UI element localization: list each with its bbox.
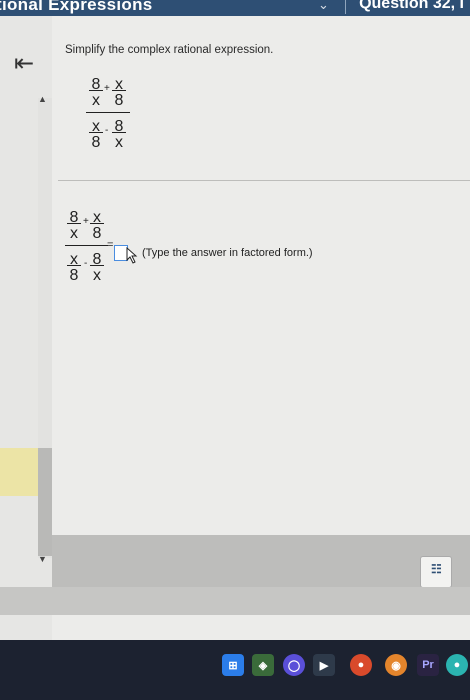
- plus-operator: +: [83, 216, 89, 227]
- left-highlight: [0, 448, 40, 496]
- main-fraction-bar: [65, 245, 108, 246]
- section-title: tional Expressions: [0, 0, 153, 14]
- chrome-icon[interactable]: ●: [350, 654, 372, 676]
- scroll-down-icon[interactable]: ▼: [38, 554, 47, 564]
- question-label: Question 32, I: [359, 0, 464, 12]
- frac-bar: [67, 223, 81, 224]
- frac-bar: [90, 265, 104, 266]
- frac-bar: [89, 90, 103, 91]
- app-icon[interactable]: ◈: [252, 654, 274, 676]
- frac-den: 8: [92, 225, 102, 242]
- app-icon[interactable]: ▶: [313, 654, 335, 676]
- os-taskbar: ⊞ ◈ ◯ ▶ ● ◉ Pr ●: [0, 640, 470, 700]
- footer-area: [52, 535, 470, 587]
- scroll-up-icon[interactable]: ▲: [38, 94, 47, 104]
- frac-den: x: [92, 92, 100, 109]
- app-icon[interactable]: ◯: [283, 654, 305, 676]
- windows-start-icon[interactable]: ⊞: [222, 654, 244, 676]
- header-divider: [345, 0, 346, 14]
- frac-bar: [89, 132, 103, 133]
- pr-label: Pr: [422, 659, 434, 671]
- chevron-down-icon[interactable]: ⌄: [318, 0, 329, 13]
- answer-hint: (Type the answer in factored form.): [142, 247, 313, 259]
- app-icon[interactable]: ●: [446, 654, 468, 676]
- frac-bar: [112, 90, 126, 91]
- frac-den: 8: [114, 92, 124, 109]
- calculator-icon: ☷: [431, 562, 442, 576]
- main-fraction-bar: [86, 112, 130, 113]
- frac-den: 8: [69, 267, 79, 284]
- app-icon[interactable]: ◉: [385, 654, 407, 676]
- question-panel: ⇤ ▲ ▼ Simplify the complex rational expr…: [0, 16, 470, 640]
- frac-den: x: [93, 267, 101, 284]
- plus-operator: +: [104, 83, 110, 94]
- equals-sign: =: [107, 239, 114, 251]
- back-to-start-icon[interactable]: ⇤: [14, 52, 34, 76]
- question-prompt: Simplify the complex rational expression…: [65, 44, 274, 56]
- frac-den: 8: [91, 134, 101, 151]
- bottom-strip: [0, 587, 470, 615]
- frac-den: x: [115, 134, 123, 151]
- frac-den: x: [70, 225, 78, 242]
- scrollbar-thumb[interactable]: [38, 448, 52, 556]
- calculator-button[interactable]: ☷: [420, 556, 452, 588]
- frac-bar: [112, 132, 126, 133]
- section-divider: [58, 180, 470, 181]
- premiere-icon[interactable]: Pr: [417, 654, 439, 676]
- minus-operator: -: [84, 258, 88, 269]
- frac-bar: [90, 223, 104, 224]
- mouse-cursor-icon: [126, 246, 138, 264]
- top-header: tional Expressions ⌄ Question 32, I: [0, 0, 470, 16]
- frac-bar: [67, 265, 81, 266]
- minus-operator: -: [105, 125, 109, 136]
